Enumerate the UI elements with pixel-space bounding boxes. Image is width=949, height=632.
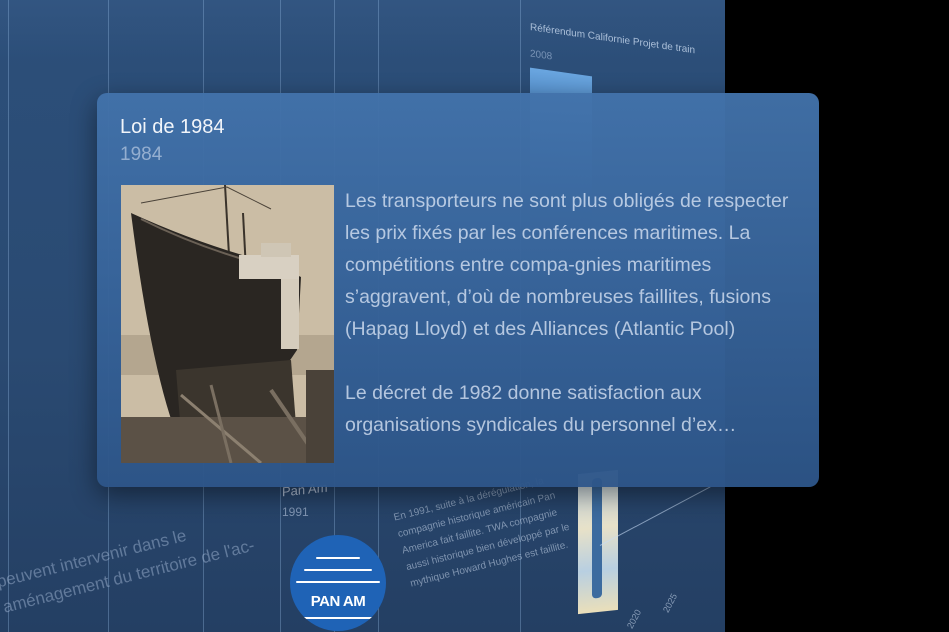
event-description: Les transporteurs ne sont plus obligés d… bbox=[345, 185, 805, 441]
referendum-event-year: 2008 bbox=[530, 48, 553, 63]
event-title: Loi de 1984 bbox=[120, 116, 225, 138]
timeline-gridline bbox=[8, 0, 9, 632]
logo-arc bbox=[316, 557, 360, 559]
map-thumbnail[interactable] bbox=[578, 469, 618, 615]
logo-arc bbox=[304, 569, 372, 571]
description-paragraph: Le décret de 1982 donne satisfaction aux… bbox=[345, 377, 805, 441]
map-coastline bbox=[592, 477, 602, 599]
axis-tick-label: 2020 bbox=[624, 607, 644, 631]
description-line: Le décret de 1982 donne satisfaction aux bbox=[345, 382, 702, 404]
panam-logo-text: PAN AM bbox=[310, 593, 366, 610]
ship-illustration bbox=[121, 185, 334, 463]
description-paragraph: Les transporteurs ne sont plus obligés d… bbox=[345, 190, 789, 340]
panam-event-year: 1991 bbox=[282, 505, 309, 519]
event-year: 1984 bbox=[120, 144, 163, 165]
ship-photo bbox=[121, 185, 334, 463]
axis-tick-label: 2025 bbox=[660, 591, 680, 615]
logo-arc bbox=[302, 617, 374, 619]
panam-logo[interactable]: PAN AM bbox=[290, 535, 386, 631]
logo-arc bbox=[296, 581, 380, 583]
description-line-truncated: organisations syndicales du personnel d’… bbox=[345, 414, 737, 436]
background-event-text: peuvent intervenir dans le aménagement d… bbox=[0, 525, 257, 617]
event-detail-card[interactable]: Loi de 1984 1984 Les transporteurs ne so… bbox=[97, 93, 819, 487]
panam-event-text: En 1991, suite à la dérégulation, la com… bbox=[392, 475, 571, 590]
